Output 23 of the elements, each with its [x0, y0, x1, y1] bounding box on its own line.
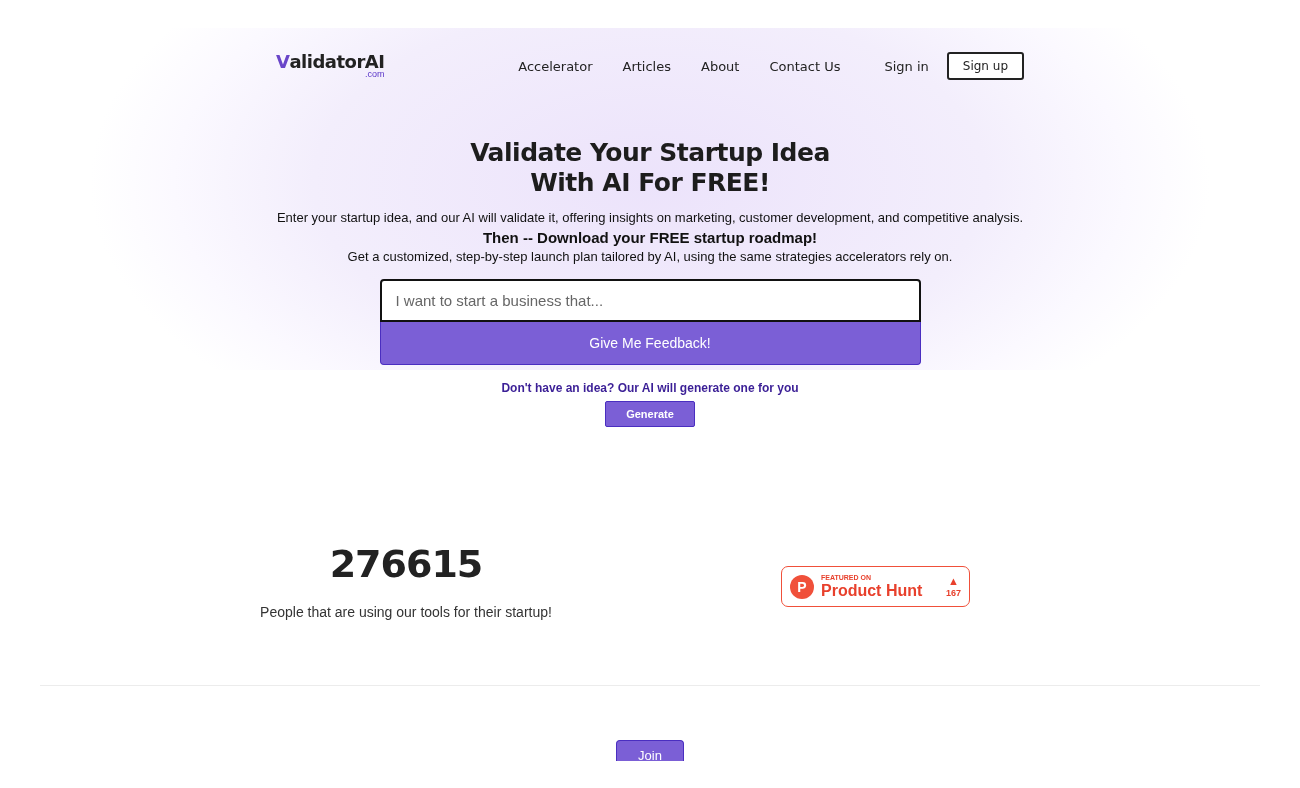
- vote-count: 167: [945, 587, 961, 599]
- join-button[interactable]: Join: [616, 740, 684, 761]
- detail-text: Get a customized, step-by-step launch plan tailored by AI, using the same strategies accelerators rely on.: [346, 249, 954, 264]
- sign-in-link[interactable]: Sign in: [884, 58, 929, 74]
- nav-link[interactable]: Articles: [622, 58, 671, 74]
- generate-button[interactable]: Generate: [605, 401, 695, 427]
- idea-input-field[interactable]: I want to start a business that...: [379, 279, 921, 322]
- idea-prompt: Don't have an idea? Our AI will generate one for you: [500, 381, 800, 395]
- roadmap-heading: Then -- Download your FREE startup roadmap!: [481, 229, 819, 246]
- product-hunt-logo-icon: P: [790, 574, 814, 599]
- logo-wordmark[interactable]: ValidatorAI: [276, 53, 385, 71]
- product-hunt-label: Product Hunt: [821, 581, 923, 600]
- logo-suffix: .com: [364, 70, 385, 79]
- nav-link[interactable]: Contact Us: [769, 58, 841, 74]
- hero-title: Validate Your Startup Idea With AI For FREE!: [469, 138, 831, 198]
- nav-link[interactable]: Accelerator: [518, 58, 593, 74]
- user-count: 276615: [329, 544, 483, 584]
- sign-up-button[interactable]: Sign up: [946, 52, 1024, 80]
- intro-text: Enter your startup idea, and our AI will validate it, offering insights on marketing, customer development, and competitive analysis.: [275, 210, 1025, 225]
- upvote-icon: ▲: [948, 574, 959, 588]
- nav-link[interactable]: About: [701, 58, 740, 74]
- feedback-button[interactable]: Give Me Feedback!: [379, 322, 921, 365]
- count-caption: People that are using our tools for their startup!: [260, 604, 552, 620]
